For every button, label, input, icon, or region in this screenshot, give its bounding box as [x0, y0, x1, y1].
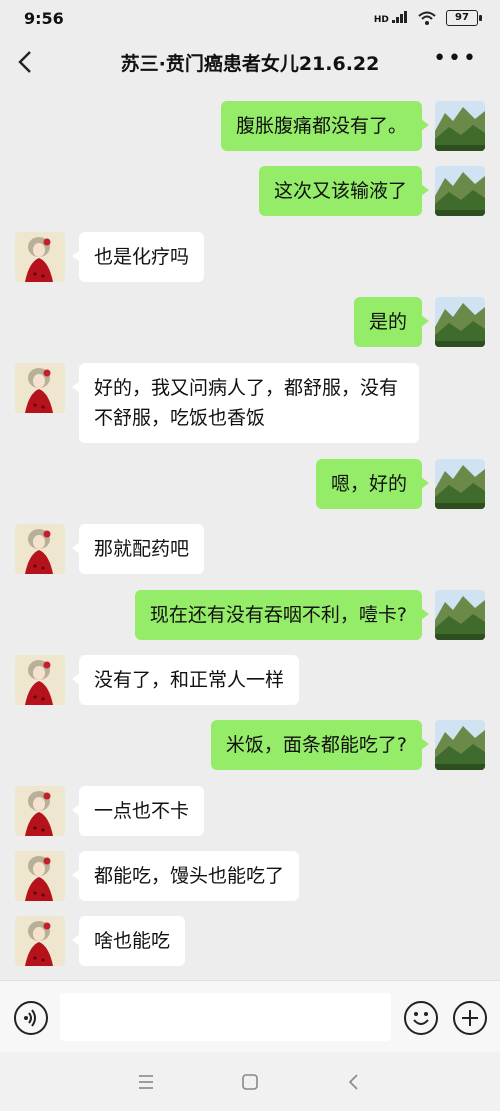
nav-home-icon[interactable]: [236, 1068, 264, 1096]
message-input[interactable]: [60, 993, 391, 1041]
battery-level: 97: [455, 12, 469, 23]
message-bubble[interactable]: 也是化疗吗: [71, 232, 205, 282]
message-bubble[interactable]: 是的: [353, 297, 430, 347]
message-bubble[interactable]: 米饭，面条都能吃了?: [210, 720, 430, 770]
contact-avatar[interactable]: [15, 655, 65, 705]
self-avatar[interactable]: [435, 101, 485, 151]
status-bar: 9:56 HD 97: [0, 0, 500, 36]
status-icons: HD 97: [374, 10, 482, 26]
nav-menu-icon[interactable]: [132, 1068, 160, 1096]
contact-avatar[interactable]: [15, 524, 65, 574]
signal-icon: HD: [374, 11, 408, 25]
message-bubble[interactable]: 腹胀腹痛都没有了。: [220, 101, 430, 151]
chat-title: 苏三·贲门癌患者女儿21.6.22: [120, 52, 380, 75]
contact-avatar[interactable]: [15, 232, 65, 282]
message-bubble[interactable]: 现在还有没有吞咽不利，噎卡?: [134, 590, 430, 640]
network-label: HD: [373, 15, 389, 25]
more-dots-icon[interactable]: •••: [433, 48, 478, 70]
input-bar: [0, 980, 500, 1053]
self-avatar[interactable]: [435, 166, 485, 216]
message-bubble[interactable]: 好的，我又问病人了，都舒服，没有不舒服，吃饭也香饭: [72, 363, 419, 443]
message-bubble[interactable]: 都能吃，馒头也能吃了: [71, 851, 300, 901]
message-bubble[interactable]: 没有了，和正常人一样: [71, 655, 300, 705]
contact-avatar[interactable]: [15, 851, 65, 901]
voice-icon[interactable]: [14, 1001, 48, 1035]
battery-icon: 97: [446, 10, 482, 26]
plus-icon[interactable]: [453, 1001, 487, 1035]
chat-messages: 腹胀腹痛都没有了。 这次又该输液了 也是化疗吗 是的 好的，我又问病人了，都舒服…: [0, 90, 500, 980]
self-avatar[interactable]: [435, 720, 485, 770]
contact-avatar[interactable]: [15, 363, 65, 413]
self-avatar[interactable]: [435, 297, 485, 347]
status-time: 9:56: [24, 8, 64, 28]
message-bubble[interactable]: 一点也不卡: [71, 786, 205, 836]
contact-avatar[interactable]: [15, 916, 65, 966]
message-bubble[interactable]: 嗯，好的: [315, 459, 430, 509]
self-avatar[interactable]: [435, 590, 485, 640]
nav-back-icon[interactable]: [340, 1068, 368, 1096]
contact-avatar[interactable]: [15, 786, 65, 836]
back-arrow-icon[interactable]: [14, 48, 38, 76]
chat-header: 苏三·贲门癌患者女儿21.6.22 •••: [0, 36, 500, 88]
self-avatar[interactable]: [435, 459, 485, 509]
system-nav-bar: [0, 1052, 500, 1111]
wifi-icon: [418, 11, 436, 25]
message-bubble[interactable]: 那就配药吧: [71, 524, 205, 574]
message-bubble[interactable]: 啥也能吃: [71, 916, 186, 966]
message-bubble[interactable]: 这次又该输液了: [258, 166, 430, 216]
emoji-icon[interactable]: [404, 1001, 438, 1035]
